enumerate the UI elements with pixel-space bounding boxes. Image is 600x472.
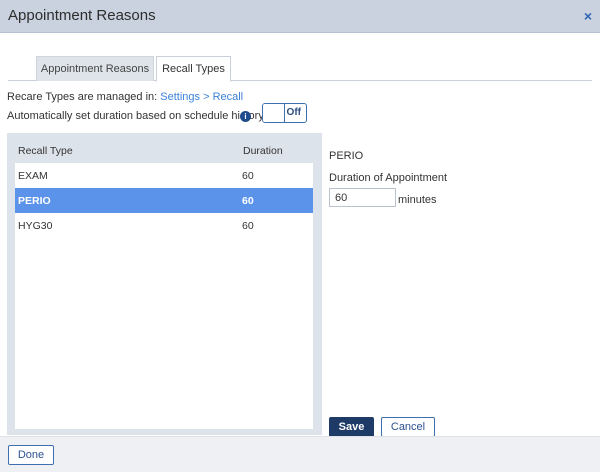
dialog-footer: Done	[0, 436, 600, 472]
auto-duration-toggle[interactable]: Off	[262, 103, 307, 123]
close-icon[interactable]: ×	[584, 8, 592, 24]
row-duration: 60	[242, 195, 254, 207]
row-duration: 60	[242, 170, 254, 182]
recall-type-list-panel: Recall Type Duration EXAM 60 PERIO 60 HY…	[7, 133, 322, 435]
managed-in-label: Recare Types are managed in:	[7, 91, 161, 103]
selected-recall-type-title: PERIO	[329, 150, 364, 162]
row-duration: 60	[242, 220, 254, 232]
column-header-recall-type: Recall Type	[18, 145, 73, 157]
dialog-title: Appointment Reasons	[8, 7, 156, 24]
tab-bar: Appointment Reasons Recall Types	[8, 56, 592, 82]
save-button[interactable]: Save	[329, 417, 374, 437]
list-row-hyg30[interactable]: HYG30 60	[15, 213, 313, 238]
managed-in-text: Recare Types are managed in: Settings > …	[7, 91, 243, 103]
info-icon[interactable]: i	[240, 111, 251, 122]
cancel-button[interactable]: Cancel	[381, 417, 435, 437]
done-button[interactable]: Done	[8, 445, 54, 465]
duration-input[interactable]	[329, 188, 396, 207]
recall-type-list: EXAM 60 PERIO 60 HYG30 60	[15, 163, 313, 429]
list-row-perio[interactable]: PERIO 60	[15, 188, 313, 213]
list-row-exam[interactable]: EXAM 60	[15, 163, 313, 188]
dialog-titlebar: Appointment Reasons ×	[0, 0, 600, 33]
row-recall-type: PERIO	[18, 195, 51, 207]
settings-recall-link[interactable]: Settings > Recall	[160, 91, 243, 103]
minutes-unit-label: minutes	[398, 194, 437, 206]
list-header: Recall Type Duration	[15, 133, 314, 163]
toggle-knob	[263, 104, 285, 122]
duration-field-label: Duration of Appointment	[329, 172, 448, 184]
toggle-state-label: Off	[286, 107, 301, 118]
tab-recall-types[interactable]: Recall Types	[156, 56, 231, 82]
row-recall-type: HYG30	[18, 220, 53, 232]
tab-appointment-reasons[interactable]: Appointment Reasons	[36, 56, 154, 81]
auto-duration-label: Automatically set duration based on sche…	[7, 110, 264, 122]
column-header-duration: Duration	[243, 145, 283, 157]
row-recall-type: EXAM	[18, 170, 48, 182]
